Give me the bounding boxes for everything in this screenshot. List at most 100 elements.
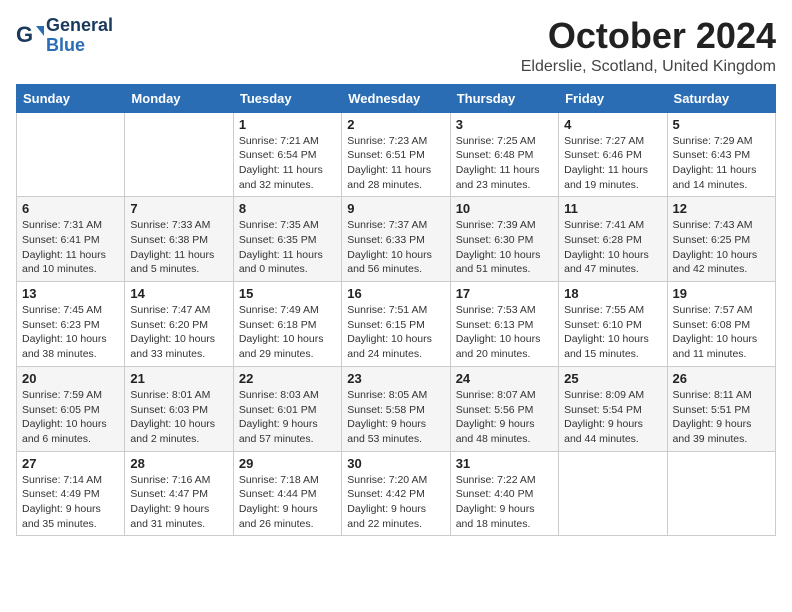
calendar-cell-0-2: 1 Sunrise: 7:21 AM Sunset: 6:54 PM Dayli…: [233, 112, 341, 197]
day-sunset: Sunset: 6:43 PM: [673, 148, 770, 163]
day-number: 14: [130, 286, 227, 301]
day-sunset: Sunset: 6:30 PM: [456, 233, 553, 248]
day-sunset: Sunset: 4:44 PM: [239, 487, 336, 502]
day-sunset: Sunset: 6:41 PM: [22, 233, 119, 248]
day-sunset: Sunset: 6:23 PM: [22, 318, 119, 333]
calendar-cell-1-4: 10 Sunrise: 7:39 AM Sunset: 6:30 PM Dayl…: [450, 197, 558, 282]
day-sunset: Sunset: 6:03 PM: [130, 403, 227, 418]
day-sunrise: Sunrise: 7:27 AM: [564, 134, 661, 149]
day-daylight: Daylight: 9 hours and 35 minutes.: [22, 502, 119, 531]
day-number: 11: [564, 201, 661, 216]
day-sunset: Sunset: 4:49 PM: [22, 487, 119, 502]
day-daylight: Daylight: 10 hours and 33 minutes.: [130, 332, 227, 361]
calendar-cell-3-1: 21 Sunrise: 8:01 AM Sunset: 6:03 PM Dayl…: [125, 366, 233, 451]
calendar-cell-4-3: 30 Sunrise: 7:20 AM Sunset: 4:42 PM Dayl…: [342, 451, 450, 536]
day-number: 12: [673, 201, 770, 216]
day-daylight: Daylight: 9 hours and 18 minutes.: [456, 502, 553, 531]
day-number: 4: [564, 117, 661, 132]
calendar-cell-2-5: 18 Sunrise: 7:55 AM Sunset: 6:10 PM Dayl…: [559, 282, 667, 367]
day-number: 15: [239, 286, 336, 301]
logo-icon: G: [16, 22, 44, 50]
calendar-cell-3-5: 25 Sunrise: 8:09 AM Sunset: 5:54 PM Dayl…: [559, 366, 667, 451]
day-sunset: Sunset: 6:48 PM: [456, 148, 553, 163]
day-daylight: Daylight: 11 hours and 5 minutes.: [130, 248, 227, 277]
day-daylight: Daylight: 10 hours and 56 minutes.: [347, 248, 444, 277]
calendar-cell-4-0: 27 Sunrise: 7:14 AM Sunset: 4:49 PM Dayl…: [17, 451, 125, 536]
day-sunset: Sunset: 5:54 PM: [564, 403, 661, 418]
day-sunrise: Sunrise: 7:37 AM: [347, 218, 444, 233]
calendar-table: Sunday Monday Tuesday Wednesday Thursday…: [16, 84, 776, 537]
day-sunset: Sunset: 6:13 PM: [456, 318, 553, 333]
calendar-cell-0-6: 5 Sunrise: 7:29 AM Sunset: 6:43 PM Dayli…: [667, 112, 775, 197]
day-sunset: Sunset: 6:35 PM: [239, 233, 336, 248]
day-daylight: Daylight: 10 hours and 51 minutes.: [456, 248, 553, 277]
calendar-cell-1-0: 6 Sunrise: 7:31 AM Sunset: 6:41 PM Dayli…: [17, 197, 125, 282]
day-daylight: Daylight: 11 hours and 28 minutes.: [347, 163, 444, 192]
day-sunrise: Sunrise: 7:23 AM: [347, 134, 444, 149]
day-sunset: Sunset: 5:56 PM: [456, 403, 553, 418]
day-sunset: Sunset: 6:18 PM: [239, 318, 336, 333]
day-number: 7: [130, 201, 227, 216]
day-sunset: Sunset: 6:33 PM: [347, 233, 444, 248]
week-row-3: 20 Sunrise: 7:59 AM Sunset: 6:05 PM Dayl…: [17, 366, 776, 451]
day-daylight: Daylight: 11 hours and 32 minutes.: [239, 163, 336, 192]
day-daylight: Daylight: 10 hours and 15 minutes.: [564, 332, 661, 361]
day-number: 13: [22, 286, 119, 301]
day-sunrise: Sunrise: 7:33 AM: [130, 218, 227, 233]
day-daylight: Daylight: 10 hours and 24 minutes.: [347, 332, 444, 361]
week-row-2: 13 Sunrise: 7:45 AM Sunset: 6:23 PM Dayl…: [17, 282, 776, 367]
week-row-0: 1 Sunrise: 7:21 AM Sunset: 6:54 PM Dayli…: [17, 112, 776, 197]
day-sunrise: Sunrise: 7:25 AM: [456, 134, 553, 149]
day-sunset: Sunset: 6:46 PM: [564, 148, 661, 163]
day-number: 17: [456, 286, 553, 301]
day-sunset: Sunset: 6:10 PM: [564, 318, 661, 333]
day-number: 19: [673, 286, 770, 301]
day-sunset: Sunset: 6:15 PM: [347, 318, 444, 333]
location-title: Elderslie, Scotland, United Kingdom: [521, 58, 776, 76]
day-sunrise: Sunrise: 7:55 AM: [564, 303, 661, 318]
day-sunrise: Sunrise: 7:14 AM: [22, 473, 119, 488]
day-sunrise: Sunrise: 8:05 AM: [347, 388, 444, 403]
calendar-cell-4-4: 31 Sunrise: 7:22 AM Sunset: 4:40 PM Dayl…: [450, 451, 558, 536]
day-daylight: Daylight: 9 hours and 53 minutes.: [347, 417, 444, 446]
day-sunset: Sunset: 5:51 PM: [673, 403, 770, 418]
logo-line1: General: [46, 16, 113, 36]
calendar-cell-0-4: 3 Sunrise: 7:25 AM Sunset: 6:48 PM Dayli…: [450, 112, 558, 197]
day-number: 31: [456, 456, 553, 471]
day-sunrise: Sunrise: 8:07 AM: [456, 388, 553, 403]
header-monday: Monday: [125, 84, 233, 112]
day-sunrise: Sunrise: 7:21 AM: [239, 134, 336, 149]
day-sunset: Sunset: 6:01 PM: [239, 403, 336, 418]
day-number: 23: [347, 371, 444, 386]
day-daylight: Daylight: 11 hours and 14 minutes.: [673, 163, 770, 192]
title-area: October 2024 Elderslie, Scotland, United…: [521, 16, 776, 76]
header: G General Blue October 2024 Elderslie, S…: [16, 16, 776, 76]
day-number: 10: [456, 201, 553, 216]
calendar-cell-3-0: 20 Sunrise: 7:59 AM Sunset: 6:05 PM Dayl…: [17, 366, 125, 451]
day-daylight: Daylight: 11 hours and 0 minutes.: [239, 248, 336, 277]
calendar-cell-1-1: 7 Sunrise: 7:33 AM Sunset: 6:38 PM Dayli…: [125, 197, 233, 282]
day-number: 5: [673, 117, 770, 132]
day-sunset: Sunset: 6:51 PM: [347, 148, 444, 163]
calendar-cell-1-6: 12 Sunrise: 7:43 AM Sunset: 6:25 PM Dayl…: [667, 197, 775, 282]
calendar-cell-3-6: 26 Sunrise: 8:11 AM Sunset: 5:51 PM Dayl…: [667, 366, 775, 451]
logo: G General Blue: [16, 16, 113, 56]
day-daylight: Daylight: 11 hours and 10 minutes.: [22, 248, 119, 277]
day-daylight: Daylight: 10 hours and 38 minutes.: [22, 332, 119, 361]
day-number: 26: [673, 371, 770, 386]
day-daylight: Daylight: 9 hours and 39 minutes.: [673, 417, 770, 446]
calendar-cell-2-4: 17 Sunrise: 7:53 AM Sunset: 6:13 PM Dayl…: [450, 282, 558, 367]
logo-line2: Blue: [46, 36, 113, 56]
day-number: 16: [347, 286, 444, 301]
day-sunset: Sunset: 6:25 PM: [673, 233, 770, 248]
day-number: 30: [347, 456, 444, 471]
day-sunrise: Sunrise: 7:22 AM: [456, 473, 553, 488]
calendar-cell-0-3: 2 Sunrise: 7:23 AM Sunset: 6:51 PM Dayli…: [342, 112, 450, 197]
day-sunrise: Sunrise: 8:11 AM: [673, 388, 770, 403]
day-daylight: Daylight: 10 hours and 42 minutes.: [673, 248, 770, 277]
calendar-cell-4-5: [559, 451, 667, 536]
header-sunday: Sunday: [17, 84, 125, 112]
day-number: 22: [239, 371, 336, 386]
day-daylight: Daylight: 10 hours and 20 minutes.: [456, 332, 553, 361]
weekday-header-row: Sunday Monday Tuesday Wednesday Thursday…: [17, 84, 776, 112]
